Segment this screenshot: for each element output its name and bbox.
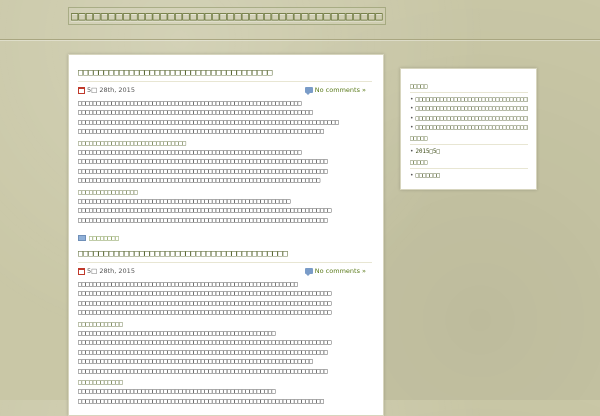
post-2: □□□□□□□□□□□□□□□□□□□□□□□□□□□□□□□□□□□□□□□□… (78, 249, 372, 406)
sidebar-item-link[interactable]: □□□□□□□□□□□□□□□□□□□□□□□□□□□□□□□□□□□□ (416, 97, 529, 103)
post-paragraph-line: □□□□□□□□□□□□□□□□□□□□□□□□□□□□□□□□□□□□□□□□… (78, 329, 276, 337)
comments-link-text[interactable]: No comments » (315, 84, 366, 96)
sidebar-item-link[interactable]: □□□□□□□□□□□□□□□□□□□□□□□□□□□□□□□□□□□□□□ (416, 116, 529, 122)
sidebar-item[interactable]: •□□□□□□□□□□□□□□□□□□□□□□□□□□□□□□□□□□□□ (410, 96, 528, 105)
post-subheading: □□□□□□□□□□□□ (78, 320, 123, 328)
post-paragraph-line: □□□□□□□□□□□□□□□□□□□□□□□□□□□□□□□□□□□□□□□□… (78, 177, 321, 185)
post-paragraph-line: □□□□□□□□□□□□□□□□□□□□□□□□□□□□□□□□□□□□□□□□… (78, 100, 302, 107)
post-date: 5□ 28th, 2015 (78, 265, 135, 277)
post-meta: 5□ 28th, 2015 No comments » (78, 265, 372, 277)
post-paragraph-line: □□□□□□□□□□□□□□□□□□□□□□□□□□□□□□□□□□□□□□□□… (78, 339, 332, 347)
site-title[interactable]: □□□□□□□□□□□□□□□□□□□□□□□□□□□□□□□□□□□□□□□□… (68, 7, 386, 25)
post-paragraph-line: □□□□□□□□□□□□□□□□□□□□□□□□□□□□□□□□□□□□□□□□… (78, 216, 328, 224)
post-paragraph-line: □□□□□□□□□□□□□□□□□□□□□□□□□□□□□□□□□□□□□□□□… (78, 167, 328, 175)
widget-title: □□□□□ (410, 159, 528, 169)
post-subheading: □□□□□□□□□□□□□□□□□□□□□□□□□□□□□ (78, 139, 187, 147)
post-paragraph-line: □□□□□□□□□□□□□□□□□□□□□□□□□□□□□□□□□□□□□□□□… (78, 290, 332, 298)
category-link[interactable]: □□□□□□□ (416, 173, 440, 179)
main-content: □□□□□□□□□□□□□□□□□□□□□□□□□□□□□□□□□□□□□□ 5… (68, 54, 384, 416)
site-header: □□□□□□□□□□□□□□□□□□□□□□□□□□□□□□□□□□□□□□□□… (0, 0, 600, 40)
widget-title: □□□□□ (410, 135, 528, 145)
sidebar-item[interactable]: •□□□□□□□□□□□□□□□□□□□□□□□□□□□□□□□□□□□□□□□… (410, 105, 528, 114)
post-paragraph-line: □□□□□□□□□□□□□□□□□□□□□□□□□□□□□□□□□□□□□□□□… (78, 299, 332, 307)
post-date: 5□ 28th, 2015 (78, 84, 135, 96)
widget-title: □□□□□ (410, 83, 528, 93)
post-title[interactable]: □□□□□□□□□□□□□□□□□□□□□□□□□□□□□□□□□□□□□□ (78, 68, 372, 82)
widget-recent-posts: □□□□□ •□□□□□□□□□□□□□□□□□□□□□□□□□□□□□□□□□… (410, 83, 528, 134)
post-paragraph-line: □□□□□□□□□□□□□□□□□□□□□□□□□□□□□□□□□□□□□□□□… (78, 388, 276, 396)
post-meta: 5□ 28th, 2015 No comments » (78, 84, 372, 96)
widget-categories: □□□□□ • □□□□□□□ (410, 159, 528, 181)
post-paragraph-line: □□□□□□□□□□□□□□□□□□□□□□□□□□□□□□□□□□□□□□□□… (78, 109, 313, 117)
post-paragraph-line: □□□□□□□□□□□□□□□□□□□□□□□□□□□□□□□□□□□□□□□□… (78, 309, 332, 317)
post-1: □□□□□□□□□□□□□□□□□□□□□□□□□□□□□□□□□□□□□□ 5… (78, 68, 372, 243)
post-paragraph-line: □□□□□□□□□□□□□□□□□□□□□□□□□□□□□□□□□□□□□□□□… (78, 281, 298, 288)
sidebar-item-link[interactable]: □□□□□□□□□□□□□□□□□□□□□□□□□□□□□□□□□□□□□□□□ (416, 106, 529, 112)
post-paragraph-line: □□□□□□□□□□□□□□□□□□□□□□□□□□□□□□□□□□□□□□□□… (78, 358, 313, 366)
post-paragraph-line: □□□□□□□□□□□□□□□□□□□□□□□□□□□□□□□□□□□□□□□□… (78, 148, 302, 156)
comments-link-text[interactable]: No comments » (315, 265, 366, 277)
comment-bubble-icon (304, 87, 313, 95)
post-date-text: 5□ 28th, 2015 (87, 267, 135, 275)
archive-link[interactable]: 2015□5□ (416, 149, 440, 155)
sidebar: □□□□□ •□□□□□□□□□□□□□□□□□□□□□□□□□□□□□□□□□… (400, 68, 537, 190)
post-paragraph-line: □□□□□□□□□□□□□□□□□□□□□□□□□□□□□□□□□□□□□□□□… (78, 118, 339, 126)
post-subheading: □□□□□□□□□□□□ (78, 378, 123, 386)
comments-link[interactable]: No comments » (304, 265, 366, 277)
sidebar-item[interactable]: • □□□□□□□□□□□□□□□□□□□□□□□□□□□□□□□□□ (410, 124, 528, 133)
post-paragraph-line: □□□□□□□□□□□□□□□□□□□□□□□□□□□□□□□□□□□□□□□□… (78, 128, 324, 136)
post-paragraph-line: □□□□□□□□□□□□□□□□□□□□□□□□□□□□□□□□□□□□□□□□… (78, 367, 328, 375)
sidebar-item[interactable]: •□□□□□□□□□□□□□□□□□□□□□□□□□□□□□□□□□□□□□□ (410, 115, 528, 124)
sidebar-item-link[interactable]: □□□□□□□□□□□□□□□□□□□□□□□□□□□□□□□□□ (416, 125, 529, 131)
post-paragraph-line: □□□□□□□□□□□□□□□□□□□□□□□□□□□□□□□□□□□□□□□□… (78, 397, 324, 405)
post-date-text: 5□ 28th, 2015 (87, 86, 135, 94)
folder-icon (78, 235, 86, 242)
post-category: □□□□□□□□ (78, 233, 372, 243)
widget-archives: □□□□□ • 2015□5□ (410, 135, 528, 157)
calendar-icon (78, 267, 85, 275)
comments-link[interactable]: No comments » (304, 84, 366, 96)
post-title[interactable]: □□□□□□□□□□□□□□□□□□□□□□□□□□□□□□□□□□□□□□□□… (78, 249, 372, 263)
post-paragraph-line: □□□□□□□□□□□□□□□□□□□□□□□□□□□□□□□□□□□□□□□□… (78, 348, 328, 356)
sidebar-item[interactable]: • □□□□□□□ (410, 172, 528, 181)
post-paragraph-line: □□□□□□□□□□□□□□□□□□□□□□□□□□□□□□□□□□□□□□□□… (78, 197, 291, 205)
post-paragraph-line: □□□□□□□□□□□□□□□□□□□□□□□□□□□□□□□□□□□□□□□□… (78, 158, 328, 166)
post-paragraph-line: □□□□□□□□□□□□□□□□□□□□□□□□□□□□□□□□□□□□□□□□… (78, 207, 332, 215)
category-link[interactable]: □□□□□□□□ (89, 235, 119, 242)
calendar-icon (78, 86, 85, 94)
comment-bubble-icon (304, 268, 313, 276)
post-subheading: □□□□□□□□□□□□□□□□ (78, 188, 138, 196)
sidebar-item[interactable]: • 2015□5□ (410, 148, 528, 157)
